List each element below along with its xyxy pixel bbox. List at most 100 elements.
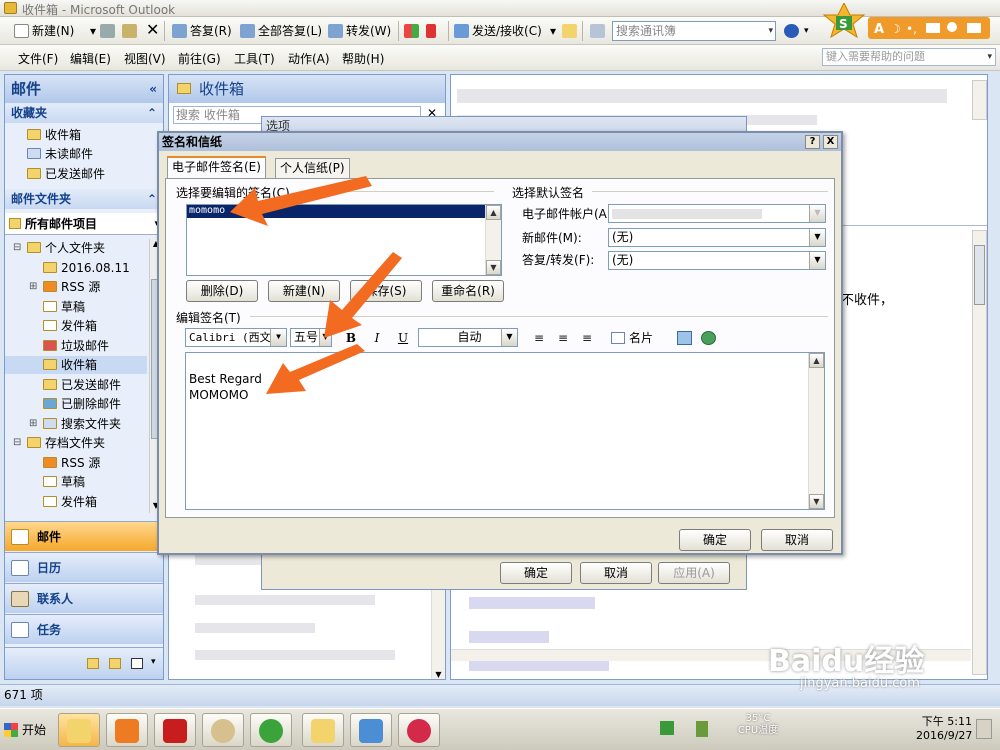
signature-ok-button[interactable]: 确定 (679, 529, 751, 551)
taskbar-browser[interactable] (250, 713, 292, 747)
align-left-icon[interactable]: ≡ (529, 328, 549, 348)
fav-sent[interactable]: 已发送邮件 (27, 165, 105, 183)
expand-tree-icon[interactable]: ⊞ (29, 415, 37, 433)
insert-hyperlink-icon[interactable] (701, 331, 716, 345)
taskbar-explorer[interactable] (302, 713, 344, 747)
delete-signature-button[interactable]: 删除(D) (186, 280, 258, 302)
taskbar-picture-viewer[interactable] (350, 713, 392, 747)
folder-tree-item[interactable]: 发件箱 (43, 493, 97, 511)
taskbar-pdf[interactable] (106, 713, 148, 747)
fav-unread[interactable]: 未读邮件 (27, 145, 93, 163)
options-apply-button[interactable]: 应用(A) (658, 562, 730, 584)
folder-tree-item[interactable]: 草稿 (43, 298, 85, 316)
business-card-button[interactable]: 名片 (611, 328, 653, 348)
scroll-down-icon[interactable]: ▼ (432, 670, 445, 679)
font-select[interactable]: Calibri (西文正 ▼ (185, 328, 287, 347)
tab-personal-stationery[interactable]: 个人信纸(P) (275, 158, 350, 178)
help-question-input[interactable]: 键入需要帮助的问题 ▾ (822, 48, 996, 66)
insert-picture-icon[interactable] (677, 331, 692, 345)
menu-actions[interactable]: 动作(A) (288, 50, 330, 67)
rename-signature-button[interactable]: 重命名(R) (432, 280, 504, 302)
chevron-down-icon[interactable]: ▼ (270, 329, 286, 346)
all-mail-items-selector[interactable]: 所有邮件项目 ▾ (5, 213, 163, 235)
expand-tree-icon[interactable]: ⊞ (29, 278, 37, 296)
align-right-icon[interactable]: ≡ (577, 328, 597, 348)
folder-tree-item[interactable]: 垃圾邮件 (43, 337, 109, 355)
clock[interactable]: 下午 5:11 2016/9/27 (916, 715, 972, 743)
scroll-down-icon[interactable]: ▼ (486, 260, 501, 275)
folder-tree-item[interactable]: RSS 源 (43, 454, 100, 472)
font-color-select[interactable]: 自动 ▼ (418, 328, 518, 347)
nav-calendar-button[interactable]: 日历 (5, 552, 163, 582)
folder-tree-item[interactable]: ⊞ 搜索文件夹 (29, 415, 121, 433)
new-button[interactable]: 新建(N) (14, 21, 74, 41)
folder-tree-item[interactable]: ⊟ 个人文件夹 (13, 239, 105, 257)
taskbar-xiuxiu[interactable] (398, 713, 440, 747)
send-receive-button[interactable]: 发送/接收(C) (454, 21, 542, 41)
ime-tray-icon[interactable] (660, 721, 674, 735)
address-search-input[interactable]: 搜索通讯簿 ▾ (612, 21, 776, 41)
fav-inbox[interactable]: 收件箱 (27, 126, 81, 144)
menu-view[interactable]: 视图(V) (124, 50, 166, 67)
scroll-down-icon[interactable]: ▼ (809, 494, 824, 509)
underline-button[interactable]: U (393, 328, 413, 348)
new-dropdown[interactable]: ▾ (82, 21, 96, 41)
menu-go[interactable]: 前往(G) (178, 50, 221, 67)
chevron-down-icon[interactable]: ▼ (501, 329, 517, 346)
collapse-tree-icon[interactable]: ⊟ (13, 239, 21, 257)
configure-buttons-icon[interactable]: ▾ (151, 657, 156, 667)
options-cancel-button[interactable]: 取消 (580, 562, 652, 584)
reply-button[interactable]: 答复(R) (172, 21, 232, 41)
show-desktop-icon[interactable] (976, 719, 992, 739)
font-size-select[interactable]: 五号 ▼ (290, 328, 332, 347)
toolbar-options-dropdown[interactable]: ▾ (804, 21, 809, 41)
folder-tree-item[interactable]: 草稿 (43, 473, 85, 491)
italic-button[interactable]: I (367, 328, 387, 348)
signature-list-item[interactable]: momomo (187, 205, 485, 218)
signature-line-1[interactable]: Best Regard (189, 371, 262, 387)
favorites-header[interactable]: 收藏夹 ⌃ (5, 103, 163, 123)
folder-tree-item[interactable]: 已删除邮件 (43, 395, 121, 413)
folder-tree-item[interactable]: 已发送邮件 (43, 376, 121, 394)
shortcuts-icon[interactable] (131, 658, 143, 669)
usb-tray-icon[interactable] (696, 721, 708, 737)
collapse-icon[interactable]: « (149, 75, 157, 103)
mail-folders-header[interactable]: 邮件文件夹 ⌃ (5, 189, 163, 209)
nav-contacts-button[interactable]: 联系人 (5, 583, 163, 613)
folder-tree-item[interactable]: 2016.08.11 (43, 259, 130, 277)
scroll-up-icon[interactable] (972, 80, 987, 120)
send-receive-dropdown[interactable]: ▾ (546, 21, 556, 41)
save-signature-button[interactable]: 保存(S) (350, 280, 422, 302)
new-message-select[interactable]: (无) ▼ (608, 228, 826, 247)
notes-icon[interactable] (87, 658, 99, 669)
scroll-up-icon[interactable]: ▲ (809, 353, 824, 368)
folder-tree-item[interactable]: 收件箱 (5, 356, 147, 374)
scroll-up-icon[interactable]: ▲ (486, 205, 501, 220)
signature-list-scrollbar[interactable]: ▲ ▼ (485, 205, 501, 275)
help-icon[interactable]: ? (805, 135, 820, 149)
delete-icon[interactable]: ✕ (144, 21, 159, 41)
signature-list[interactable]: momomo ▲ ▼ (186, 204, 502, 276)
chevron-down-icon[interactable]: ▼ (809, 229, 825, 246)
menu-file[interactable]: 文件(F) (18, 50, 58, 67)
tab-email-signature[interactable]: 电子邮件签名(E) (167, 156, 266, 179)
menu-edit[interactable]: 编辑(E) (70, 50, 111, 67)
folder-tree-item[interactable]: ⊟ 存档文件夹 (13, 434, 105, 452)
close-icon[interactable]: X (823, 135, 838, 149)
signature-line-2[interactable]: MOMOMO (189, 387, 262, 403)
taskbar-outlook[interactable] (58, 713, 100, 747)
nav-tasks-button[interactable]: 任务 (5, 614, 163, 644)
menu-tools[interactable]: 工具(T) (234, 50, 275, 67)
email-account-select[interactable]: ▼ (608, 204, 826, 223)
reading-scroll-thumb[interactable] (974, 245, 985, 305)
chevron-down-icon[interactable]: ▼ (809, 252, 825, 269)
collapse-tree-icon[interactable]: ⊟ (13, 434, 21, 452)
reading-scrollbar[interactable] (972, 80, 987, 675)
forward-button[interactable]: 转发(W) (328, 21, 391, 41)
chevron-down-icon[interactable]: ▼ (809, 205, 825, 222)
signature-editor-scrollbar[interactable]: ▲ ▼ (808, 353, 824, 509)
folder-list-icon[interactable] (109, 658, 121, 669)
bold-button[interactable]: B (341, 328, 361, 348)
taskbar-paint[interactable] (202, 713, 244, 747)
taskbar-acrobat[interactable] (154, 713, 196, 747)
